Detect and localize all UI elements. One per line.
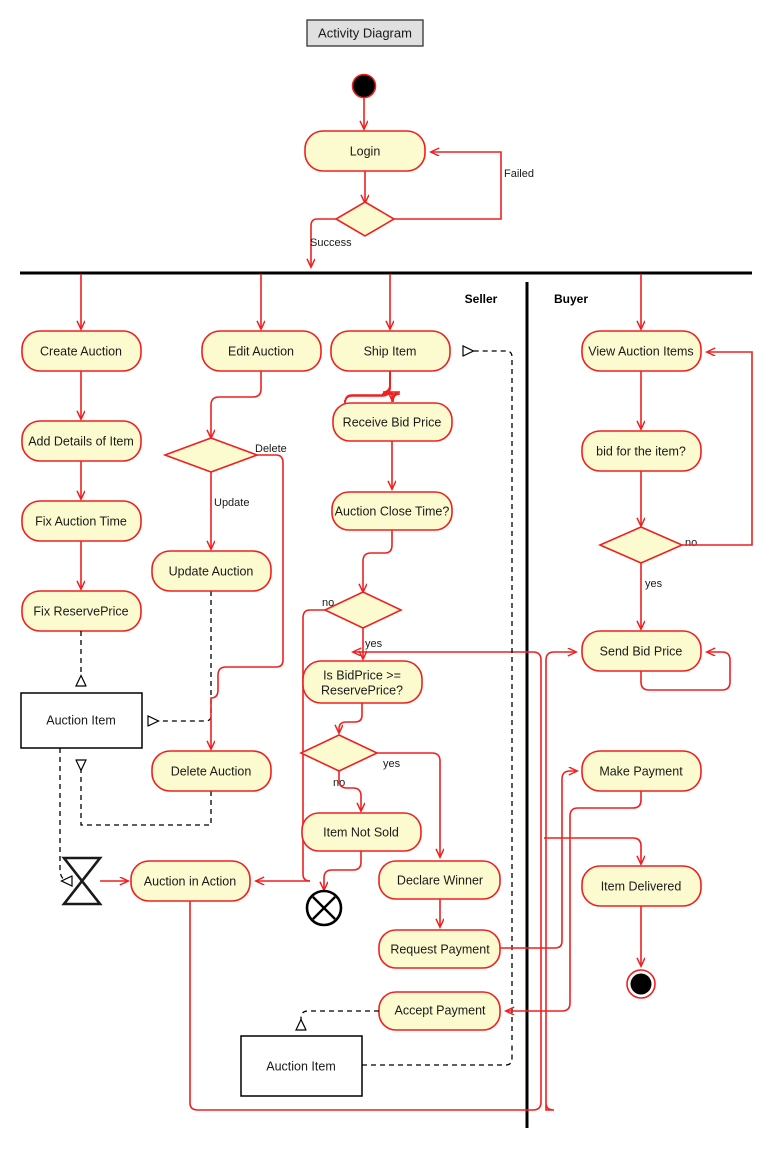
edge-label-update: Update <box>214 497 249 509</box>
node-fix-reserve-price-label: Fix ReservePrice <box>33 604 128 618</box>
node-delete-auction[interactable]: Delete Auction <box>151 750 272 792</box>
final-node <box>626 969 656 999</box>
edge-label-delete: Delete <box>255 443 287 455</box>
node-update-auction[interactable]: Update Auction <box>151 550 272 592</box>
node-auction-close-time-label: Auction Close Time? <box>335 504 450 518</box>
node-auction-item-left[interactable]: Auction Item <box>20 692 143 749</box>
node-fix-reserve-price[interactable]: Fix ReservePrice <box>21 590 142 632</box>
node-item-delivered-label: Item Delivered <box>601 879 682 893</box>
node-auction-in-action-label: Auction in Action <box>144 874 236 888</box>
node-edit-auction-label: Edit Auction <box>228 344 294 358</box>
node-accept-payment-label: Accept Payment <box>394 1003 486 1017</box>
node-auction-close-time[interactable]: Auction Close Time? <box>331 491 453 531</box>
node-login[interactable]: Login <box>304 130 426 172</box>
node-is-bidprice[interactable]: Is BidPrice >= ReservePrice? <box>302 660 423 704</box>
node-auction-item-bottom[interactable]: Auction Item <box>240 1035 363 1097</box>
node-buyer-decision[interactable] <box>598 526 684 564</box>
node-declare-winner-label: Declare Winner <box>397 873 483 887</box>
node-ship-item[interactable]: Ship Item <box>330 330 451 372</box>
node-auction-item-bottom-label: Auction Item <box>266 1059 335 1073</box>
lane-label-buyer: Buyer <box>554 292 588 306</box>
node-fix-auction-time-label: Fix Auction Time <box>35 514 127 528</box>
node-item-not-sold[interactable]: Item Not Sold <box>301 812 422 852</box>
node-view-auction-items-label: View Auction Items <box>588 344 693 358</box>
node-make-payment[interactable]: Make Payment <box>581 750 702 792</box>
node-send-bid-price[interactable]: Send Bid Price <box>581 630 702 672</box>
edge-label-close-yes: yes <box>365 638 383 650</box>
node-close-decision[interactable] <box>323 591 403 629</box>
edge-label-close-no: no <box>322 597 334 609</box>
edge-label-buyer-yes: yes <box>645 578 663 590</box>
node-is-bidprice-label-line1: Is BidPrice >= <box>323 668 401 682</box>
edge-label-bid-yes: yes <box>383 758 401 770</box>
node-auction-in-action[interactable]: Auction in Action <box>130 860 251 902</box>
node-create-auction-label: Create Auction <box>40 344 122 358</box>
diagram-title: Activity Diagram <box>306 19 424 47</box>
node-accept-payment[interactable]: Accept Payment <box>378 991 501 1031</box>
lane-label-seller: Seller <box>465 292 498 306</box>
node-login-decision[interactable] <box>334 201 396 237</box>
node-is-bidprice-label-line2: ReservePrice? <box>321 683 403 697</box>
initial-node <box>351 73 377 99</box>
diagram-title-label: Activity Diagram <box>318 25 412 40</box>
node-declare-winner[interactable]: Declare Winner <box>378 860 501 900</box>
node-item-delivered[interactable]: Item Delivered <box>581 865 702 907</box>
node-view-auction-items[interactable]: View Auction Items <box>581 330 702 372</box>
node-login-label: Login <box>350 144 381 158</box>
node-edit-decision[interactable] <box>162 437 260 473</box>
node-bid-for-the-item-label: bid for the item? <box>596 444 686 458</box>
node-make-payment-label: Make Payment <box>599 764 683 778</box>
node-edit-auction[interactable]: Edit Auction <box>201 330 322 372</box>
node-auction-item-left-label: Auction Item <box>46 713 115 727</box>
node-item-not-sold-label: Item Not Sold <box>323 825 399 839</box>
node-create-auction[interactable]: Create Auction <box>21 330 142 372</box>
node-add-details-of-item-label: Add Details of Item <box>28 434 134 448</box>
node-bid-for-the-item[interactable]: bid for the item? <box>581 430 702 472</box>
node-request-payment[interactable]: Request Payment <box>378 929 501 969</box>
edge-label-success: Success <box>310 237 352 249</box>
node-ship-item-label: Ship Item <box>364 344 417 358</box>
node-update-auction-label: Update Auction <box>169 564 254 578</box>
node-receive-bid-price-label: Receive Bid Price <box>343 415 442 429</box>
flow-final-node <box>305 889 343 927</box>
node-bid-decision[interactable] <box>299 734 379 772</box>
node-send-bid-price-label: Send Bid Price <box>600 644 683 658</box>
node-fix-auction-time[interactable]: Fix Auction Time <box>21 500 142 542</box>
node-receive-bid-price[interactable]: Receive Bid Price <box>332 402 453 442</box>
node-delete-auction-label: Delete Auction <box>171 764 252 778</box>
node-request-payment-label: Request Payment <box>390 942 490 956</box>
activity-diagram-canvas: Activity Diagram Login Failed Success Se… <box>0 0 782 1152</box>
edge-label-failed: Failed <box>504 168 534 180</box>
edge-label-buyer-no: no <box>685 537 697 549</box>
node-add-details-of-item[interactable]: Add Details of Item <box>21 420 142 462</box>
